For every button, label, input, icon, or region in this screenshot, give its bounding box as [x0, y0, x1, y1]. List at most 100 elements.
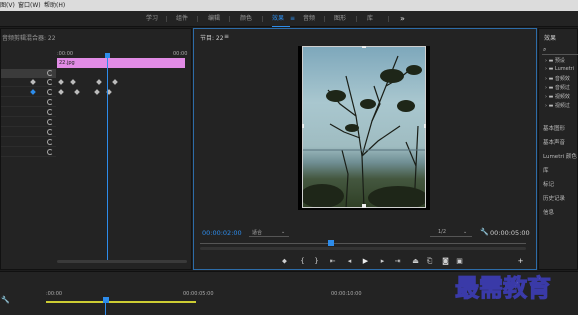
- mark-in-icon[interactable]: {: [298, 257, 307, 265]
- wrench-icon[interactable]: 🔧: [480, 228, 489, 236]
- reset-icon[interactable]: [47, 99, 53, 105]
- reset-icon[interactable]: [47, 79, 53, 85]
- reset-icon[interactable]: [47, 119, 53, 125]
- transform-handle[interactable]: [362, 46, 366, 48]
- folder-audio-effects[interactable]: › ▬ 音频效: [545, 75, 570, 82]
- menu-bar: 图(V) 窗口(W) 帮助(H): [0, 0, 578, 11]
- search-input[interactable]: [542, 54, 578, 55]
- add-marker-icon[interactable]: ⬥: [280, 257, 289, 266]
- keyframe-icon[interactable]: [112, 79, 118, 85]
- panel-menu-icon[interactable]: ≡: [224, 33, 229, 40]
- chevron-down-icon: ⌄: [463, 229, 468, 235]
- go-to-in-icon[interactable]: ⇤: [328, 257, 337, 265]
- tab-learn[interactable]: 学习: [146, 11, 158, 27]
- folder-presets[interactable]: › ▬ 预设: [545, 57, 565, 64]
- folder-video-effects[interactable]: › ▬ 视频效: [545, 93, 570, 100]
- extract-icon[interactable]: ⎗: [425, 257, 434, 266]
- playhead-line: [105, 303, 106, 315]
- transform-handle[interactable]: [362, 204, 366, 208]
- panel-title: 音频剪辑混合器: 22: [2, 35, 56, 42]
- more-workspaces-button[interactable]: »: [400, 11, 405, 27]
- video-frame[interactable]: [298, 46, 430, 210]
- tab-libraries[interactable]: 库: [367, 11, 373, 27]
- keyframe-icon[interactable]: [70, 79, 76, 85]
- playhead-line: [107, 58, 108, 263]
- transform-handle[interactable]: [424, 124, 426, 128]
- playhead-handle[interactable]: [328, 240, 334, 246]
- fit-select[interactable]: 适合 ⌄: [249, 228, 289, 237]
- add-button-icon[interactable]: +: [516, 257, 525, 265]
- effect-controls-panel: 音频剪辑混合器: 22 :00:00 00:00 22.jpg: [0, 28, 192, 270]
- tab-assembly[interactable]: 组件: [176, 11, 188, 27]
- reset-icon[interactable]: [47, 70, 53, 76]
- panel-title: 节目: 22: [200, 35, 224, 42]
- panel-info[interactable]: 信息: [543, 208, 554, 216]
- menu-window[interactable]: 窗口(W): [18, 0, 41, 11]
- panel-essential-sound[interactable]: 基本声音: [543, 138, 565, 146]
- menu-view[interactable]: 图(V): [0, 0, 15, 11]
- timeline-zoom-scrollbar[interactable]: [57, 260, 187, 263]
- lift-icon[interactable]: ⏏: [411, 257, 420, 265]
- search-icon[interactable]: ⌕: [543, 46, 546, 54]
- divider: [166, 16, 167, 22]
- reset-icon[interactable]: [47, 139, 53, 145]
- folder-audio-transitions[interactable]: › ▬ 音频过: [545, 84, 570, 91]
- current-timecode[interactable]: 00:00:02:00: [202, 229, 242, 237]
- chevron-down-icon: ⌄: [281, 229, 286, 235]
- wrench-icon[interactable]: 🔧: [1, 296, 10, 304]
- playhead-handle[interactable]: [103, 297, 109, 303]
- reset-icon[interactable]: [47, 129, 53, 135]
- panel-essential-graphics[interactable]: 基本图形: [543, 124, 565, 132]
- clip-bar[interactable]: 22.jpg: [57, 58, 185, 68]
- panel-title: 效果: [544, 35, 557, 42]
- transform-handle[interactable]: [302, 124, 304, 128]
- divider: [229, 16, 230, 22]
- video-image: [302, 46, 426, 208]
- tab-graphics[interactable]: 图形: [334, 11, 346, 27]
- work-area-bar[interactable]: [46, 301, 196, 303]
- keyframe-icon[interactable]: [58, 79, 64, 85]
- tab-effects[interactable]: 效果: [272, 11, 284, 27]
- tab-color[interactable]: 颜色: [240, 11, 252, 27]
- keyframe-icon[interactable]: [74, 89, 80, 95]
- reset-icon[interactable]: [47, 109, 53, 115]
- step-back-icon[interactable]: ◂: [345, 257, 354, 265]
- timecode-start: :00:00: [57, 51, 74, 57]
- export-frame-icon[interactable]: ◙: [441, 257, 450, 265]
- divider: [262, 16, 263, 22]
- step-forward-icon[interactable]: ▸: [378, 257, 387, 265]
- folder-video-transitions[interactable]: › ▬ 视频过: [545, 102, 570, 109]
- watermark-text: 最需教育: [455, 273, 552, 303]
- panel-markers[interactable]: 标记: [543, 180, 554, 188]
- tab-edit[interactable]: 编辑: [208, 11, 220, 27]
- reset-icon[interactable]: [47, 89, 53, 95]
- timeline-tick: 00:00:10:00: [331, 291, 362, 297]
- panel-history[interactable]: 历史记录: [543, 194, 565, 202]
- camera-icon[interactable]: ▣: [455, 257, 464, 265]
- tab-menu-icon[interactable]: ≡: [290, 11, 295, 27]
- transform-bounding-box[interactable]: [302, 46, 426, 208]
- active-tab-underline: [272, 26, 290, 27]
- monitor-scrollbar[interactable]: [200, 247, 526, 250]
- monitor-time-ruler[interactable]: [200, 243, 526, 244]
- keyframe-icon[interactable]: [94, 89, 100, 95]
- divider: [197, 16, 198, 22]
- play-icon[interactable]: ▶: [361, 257, 370, 265]
- resolution-select[interactable]: 1/2 ⌄: [430, 228, 472, 237]
- keyframe-icon[interactable]: [96, 79, 102, 85]
- panel-libraries[interactable]: 库: [543, 166, 549, 174]
- keyframe-icon[interactable]: [58, 89, 64, 95]
- timeline-tick: 00:00:05:00: [183, 291, 214, 297]
- menu-help[interactable]: 帮助(H): [44, 0, 65, 11]
- workspace-bar: 学习 组件 编辑 颜色 效果 ≡ 音频 图形 库 »: [0, 11, 578, 27]
- total-timecode: 00:00:05:00: [490, 229, 530, 237]
- panel-lumetri-color[interactable]: Lumetri 颜色: [543, 152, 577, 160]
- folder-lumetri[interactable]: › ▬ Lumetri: [545, 66, 574, 72]
- divider: [356, 16, 357, 22]
- tab-audio[interactable]: 音频: [303, 11, 315, 27]
- reset-icon[interactable]: [47, 149, 53, 155]
- timeline-tick: :00:00: [46, 291, 63, 297]
- go-to-out-icon[interactable]: ⇥: [393, 257, 402, 265]
- divider: [324, 16, 325, 22]
- mark-out-icon[interactable]: }: [312, 257, 321, 265]
